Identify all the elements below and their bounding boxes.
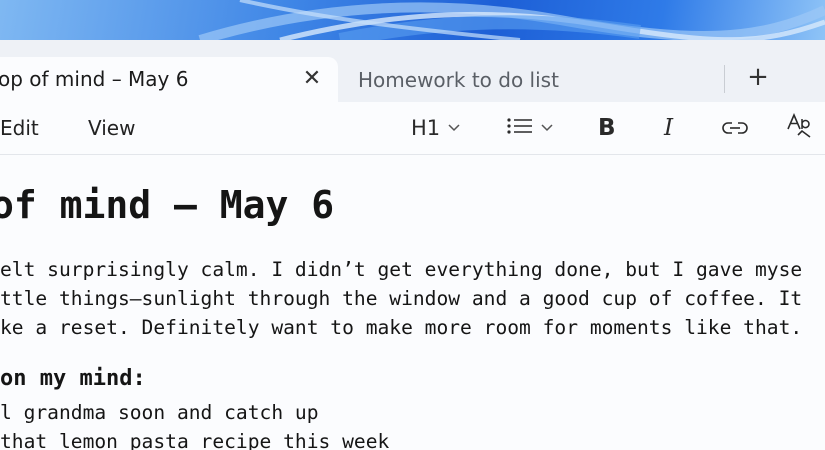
tab-top-of-mind[interactable]: op of mind – May 6 ✕ bbox=[0, 57, 338, 102]
list-item: that lemon pasta recipe this week bbox=[0, 430, 390, 450]
toolbar: Edit View H1 B I bbox=[0, 102, 825, 154]
document-subheading: on my mind: bbox=[0, 366, 146, 391]
close-icon[interactable]: ✕ bbox=[298, 65, 326, 93]
list-item: l grandma soon and catch up bbox=[0, 401, 319, 424]
menu-view[interactable]: View bbox=[88, 116, 135, 140]
tab-title: op of mind – May 6 bbox=[0, 67, 189, 91]
paragraph-line-1: elt surprisingly calm. I didn’t get ever… bbox=[0, 258, 803, 281]
document-editor[interactable]: of mind – May 6 elt surprisingly calm. I… bbox=[0, 155, 825, 450]
menu-edit[interactable]: Edit bbox=[0, 116, 39, 140]
new-tab-button[interactable]: + bbox=[745, 64, 771, 90]
bold-button[interactable]: B bbox=[598, 113, 616, 143]
spellcheck-icon bbox=[786, 112, 814, 144]
bold-label: B bbox=[598, 115, 616, 141]
tab-bar: op of mind – May 6 ✕ Homework to do list… bbox=[0, 40, 825, 102]
spellcheck-button[interactable] bbox=[786, 112, 814, 144]
tab-title: Homework to do list bbox=[358, 67, 559, 92]
wallpaper-swirl bbox=[198, 0, 825, 40]
tab-separator bbox=[724, 65, 725, 93]
tab-homework[interactable]: Homework to do list bbox=[358, 57, 718, 102]
paragraph-line-2: ttle things—sunlight through the window … bbox=[0, 287, 803, 310]
link-button[interactable] bbox=[722, 113, 748, 143]
italic-label: I bbox=[664, 115, 674, 141]
notepad-window: op of mind – May 6 ✕ Homework to do list… bbox=[0, 40, 825, 450]
document-heading: of mind – May 6 bbox=[0, 183, 335, 227]
chevron-down-icon bbox=[541, 121, 553, 136]
chevron-down-icon bbox=[448, 121, 460, 136]
list-dropdown[interactable] bbox=[507, 113, 553, 143]
link-icon bbox=[722, 116, 748, 140]
paragraph-line-3: ke a reset. Definitely want to make more… bbox=[0, 316, 803, 339]
heading-level: H1 bbox=[411, 116, 441, 140]
heading-dropdown[interactable]: H1 bbox=[411, 113, 460, 143]
desktop-wallpaper bbox=[0, 0, 825, 40]
bulleted-list-icon bbox=[507, 116, 533, 140]
italic-button[interactable]: I bbox=[664, 113, 673, 143]
